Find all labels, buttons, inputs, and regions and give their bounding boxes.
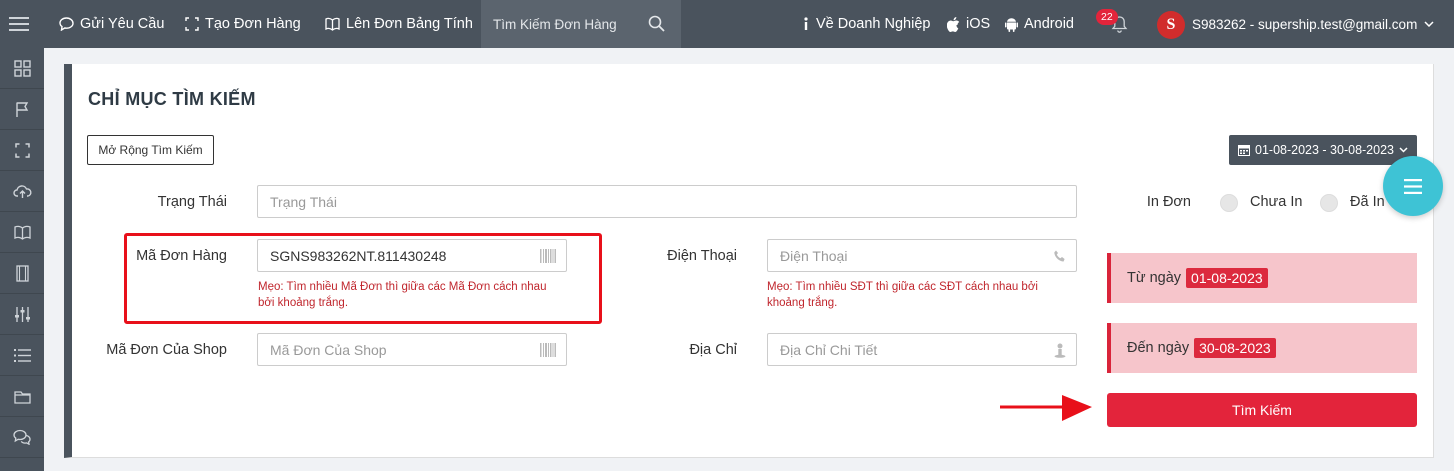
cloud-upload-icon [12, 184, 31, 198]
nav-about-business[interactable]: Về Doanh Nghiệp [802, 0, 930, 48]
nav-send-request-label: Gửi Yêu Cầu [80, 16, 165, 32]
apple-icon [947, 16, 960, 32]
address-label: Địa Chỉ [689, 342, 737, 358]
list-icon [13, 348, 31, 362]
hamburger-icon [1404, 178, 1422, 194]
status-label: Trạng Thái [157, 194, 227, 210]
sidebar-item-book[interactable] [0, 212, 44, 253]
status-select[interactable]: Trạng Thái [257, 185, 1077, 218]
flag-icon [15, 101, 28, 117]
barcode-icon[interactable] [540, 343, 556, 357]
film-icon [15, 264, 29, 282]
sidebar-item-settings[interactable] [0, 294, 44, 335]
address-input[interactable]: Địa Chỉ Chi Tiết [767, 333, 1077, 366]
nav-ios-label: iOS [966, 16, 991, 32]
hamburger-icon [9, 17, 29, 31]
phone-icon [1054, 250, 1065, 262]
nav-android[interactable]: Android [1005, 0, 1074, 48]
nav-android-label: Android [1024, 16, 1074, 32]
sidebar-item-chat[interactable] [0, 417, 44, 458]
chevron-down-icon [1424, 21, 1434, 27]
chat-icon [59, 17, 74, 31]
info-icon [804, 17, 808, 30]
search-button[interactable]: Tìm Kiếm [1107, 393, 1417, 427]
status-placeholder: Trạng Thái [270, 193, 337, 210]
sidebar-item-film[interactable] [0, 253, 44, 294]
sliders-icon [14, 306, 30, 322]
from-date-row[interactable]: Từ ngày 01-08-2023 [1107, 253, 1417, 303]
phone-hint: Mẹo: Tìm nhiều SĐT thì giữa các SĐT cách… [767, 279, 1038, 311]
notification-count-badge: 22 [1096, 9, 1118, 25]
menu-toggle-button[interactable] [0, 0, 44, 48]
account-label: S983262 - supership.test@gmail.com [1192, 16, 1418, 32]
from-date-value: 01-08-2023 [1186, 268, 1268, 288]
sidebar-item-scan[interactable] [0, 130, 44, 171]
chevron-down-icon [1399, 147, 1408, 153]
sidebar-item-upload[interactable] [0, 171, 44, 212]
folder-icon [13, 390, 31, 404]
order-search-input[interactable]: Tìm Kiếm Đơn Hàng [481, 0, 681, 48]
highlight-box [124, 233, 602, 324]
date-range-label: 01-08-2023 - 30-08-2023 [1255, 143, 1394, 157]
printed-radio[interactable] [1320, 194, 1338, 212]
location-person-icon [1054, 343, 1066, 358]
printed-label: Đã In [1350, 194, 1385, 210]
phone-hint-line-2: khoảng trắng. [767, 297, 838, 309]
nav-about-business-label: Về Doanh Nghiệp [816, 16, 931, 32]
not-printed-radio[interactable] [1220, 194, 1238, 212]
scan-icon [185, 17, 199, 31]
phone-label: Điện Thoại [667, 248, 737, 264]
to-date-label: Đến ngày [1127, 340, 1190, 356]
not-printed-label: Chưa In [1250, 194, 1303, 210]
sidebar-item-dashboard[interactable] [0, 48, 44, 89]
calendar-icon [1238, 145, 1250, 156]
top-navbar: Gửi Yêu Cầu Tạo Đơn Hàng Lên Đơn Bảng Tí… [0, 0, 1454, 48]
nav-create-order[interactable]: Tạo Đơn Hàng [185, 0, 301, 48]
expand-search-button[interactable]: Mở Rộng Tìm Kiếm [87, 135, 214, 165]
from-date-label: Từ ngày [1127, 270, 1182, 286]
nav-send-request[interactable]: Gửi Yêu Cầu [59, 0, 164, 48]
address-placeholder: Địa Chỉ Chi Tiết [780, 341, 878, 358]
sidebar [0, 48, 44, 471]
nav-create-order-label: Tạo Đơn Hàng [205, 16, 301, 32]
book-icon [13, 225, 31, 240]
avatar[interactable]: S [1157, 11, 1185, 39]
order-search-placeholder: Tìm Kiếm Đơn Hàng [493, 16, 617, 32]
nav-ios[interactable]: iOS [947, 0, 990, 48]
notifications-button[interactable] [1111, 0, 1134, 48]
to-date-row[interactable]: Đến ngày 30-08-2023 [1107, 323, 1417, 373]
shop-code-label: Mã Đơn Của Shop [106, 342, 227, 358]
nav-spreadsheet-order-label: Lên Đơn Bảng Tính [346, 16, 473, 32]
shop-code-input[interactable]: Mã Đơn Của Shop [257, 333, 567, 366]
android-icon [1005, 17, 1018, 32]
to-date-value: 30-08-2023 [1194, 338, 1276, 358]
date-range-picker[interactable]: 01-08-2023 - 30-08-2023 [1229, 135, 1417, 165]
phone-input[interactable]: Điện Thoại [767, 239, 1077, 272]
sidebar-item-list[interactable] [0, 335, 44, 376]
search-icon[interactable] [648, 15, 665, 32]
scan-icon [14, 142, 30, 158]
phone-placeholder: Điện Thoại [780, 247, 848, 264]
account-menu[interactable]: S983262 - supership.test@gmail.com [1192, 0, 1440, 48]
phone-hint-line-1: Mẹo: Tìm nhiều SĐT thì giữa các SĐT cách… [767, 281, 1038, 293]
chat-icon [13, 429, 31, 445]
sidebar-item-folder[interactable] [0, 376, 44, 417]
floating-menu-button[interactable] [1383, 156, 1443, 216]
page-title: CHỈ MỤC TÌM KIẾM [88, 89, 256, 109]
grid-icon [13, 59, 31, 77]
print-label: In Đơn [1146, 194, 1191, 210]
nav-spreadsheet-order[interactable]: Lên Đơn Bảng Tính [325, 0, 473, 48]
sidebar-item-flag[interactable] [0, 89, 44, 130]
shop-code-placeholder: Mã Đơn Của Shop [270, 341, 387, 358]
book-icon [325, 17, 340, 31]
annotation-arrow-icon [1000, 395, 1092, 421]
